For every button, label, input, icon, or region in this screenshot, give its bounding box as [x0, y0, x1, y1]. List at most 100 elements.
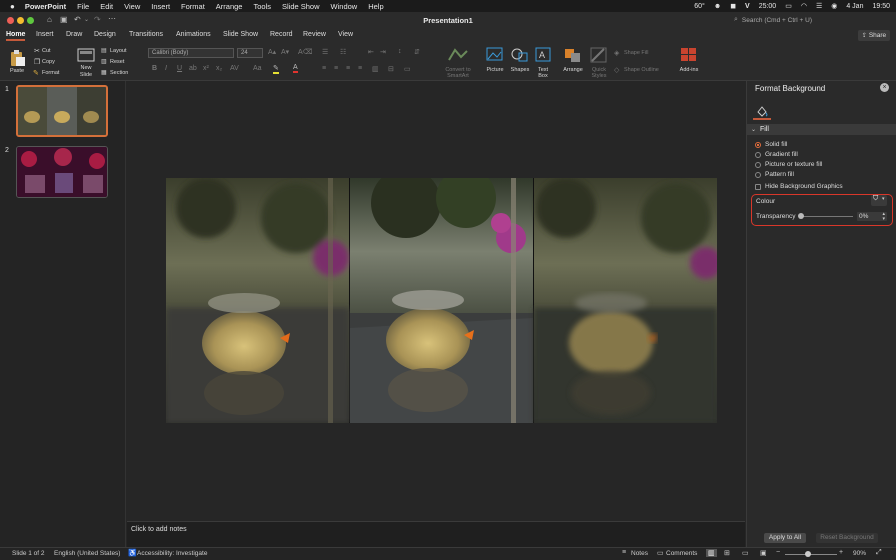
weather-temp[interactable]: 60° — [694, 3, 705, 10]
notes-pane[interactable]: Click to add notes — [127, 521, 745, 547]
tab-review[interactable]: Review — [303, 31, 326, 38]
text-direction-icon[interactable]: ⇵ — [414, 48, 420, 56]
strikethrough-icon[interactable]: ab — [189, 65, 197, 72]
picture-fill-radio[interactable] — [755, 162, 761, 168]
font-name-select[interactable]: Calibri (Body) — [148, 48, 234, 58]
tab-view[interactable]: View — [338, 31, 353, 38]
slide-count[interactable]: Slide 1 of 2 — [12, 550, 45, 557]
reset-icon[interactable]: ▥ — [101, 58, 107, 65]
zoom-level[interactable]: 90% — [853, 550, 866, 557]
clear-format-icon[interactable]: A⌫ — [298, 48, 313, 56]
tab-design[interactable]: Design — [94, 31, 116, 38]
solid-fill-radio[interactable] — [755, 142, 761, 148]
italic-icon[interactable]: I — [165, 65, 167, 72]
textbox-options-icon[interactable]: ▭ — [404, 65, 411, 73]
save-icon[interactable]: ▣ — [60, 15, 68, 24]
transparency-stepper-icon[interactable]: ▴ ▾ — [882, 212, 885, 222]
bullets-icon[interactable]: ☰ — [322, 48, 328, 56]
increase-indent-icon[interactable]: ⇥ — [380, 48, 386, 56]
tab-transitions[interactable]: Transitions — [129, 31, 163, 38]
share-button[interactable]: ⇪ Share — [858, 30, 890, 41]
reset-button[interactable]: Reset — [110, 59, 124, 65]
shapes-button[interactable]: Shapes — [509, 47, 531, 77]
menubar-time[interactable]: 19:50 — [872, 3, 890, 10]
search-box[interactable]: ⌕ Search (Cmd + Ctrl + U) — [734, 14, 890, 26]
home-icon[interactable]: ⌂ — [47, 15, 52, 24]
decrease-indent-icon[interactable]: ⇤ — [368, 48, 374, 56]
fill-category-tab[interactable] — [753, 103, 771, 120]
pattern-fill-label[interactable]: Pattern fill — [765, 171, 794, 178]
numbering-icon[interactable]: ☷ — [340, 48, 346, 56]
menu-format[interactable]: Format — [181, 2, 205, 11]
format-painter-icon[interactable]: ✎ — [33, 69, 39, 77]
zoom-slider-track[interactable] — [785, 554, 837, 555]
bold-icon[interactable]: B — [152, 65, 157, 72]
redo-icon[interactable]: ↷ — [94, 15, 101, 24]
notes-icon[interactable]: ≡ — [622, 549, 626, 556]
quick-styles-button[interactable]: Quick Styles — [588, 47, 610, 79]
layout-icon[interactable]: ▤ — [101, 47, 107, 54]
slide-editing-canvas[interactable] — [127, 81, 745, 521]
accessibility-icon[interactable]: ♿ — [128, 549, 137, 557]
zoom-window-button[interactable] — [27, 17, 34, 24]
display-icon[interactable]: ▭ — [785, 2, 792, 10]
accessibility-status[interactable]: Accessibility: Investigate — [137, 550, 207, 557]
fill-section-header[interactable]: ⌄ Fill — [747, 124, 896, 135]
shape-fill-icon[interactable]: ◈ — [614, 49, 619, 57]
gradient-fill-radio[interactable] — [755, 152, 761, 158]
cut-icon[interactable]: ✂ — [34, 47, 40, 55]
highlight-color-icon[interactable]: ✎ — [273, 64, 279, 74]
tab-animations[interactable]: Animations — [176, 31, 211, 38]
format-painter-button[interactable]: Format — [42, 70, 59, 76]
textbox-button[interactable]: A Text Box — [533, 47, 553, 79]
addins-button[interactable]: Add-ins — [676, 47, 702, 77]
fit-slide-icon[interactable]: ⤢ — [876, 549, 882, 557]
apple-icon[interactable]: ● — [10, 2, 15, 11]
character-spacing-icon[interactable]: AV — [230, 65, 239, 72]
notes-toggle[interactable]: Notes — [631, 550, 648, 557]
increase-font-icon[interactable]: A▴ — [268, 48, 276, 56]
solid-fill-label[interactable]: Solid fill — [765, 141, 787, 148]
minimize-window-button[interactable] — [17, 17, 24, 24]
apply-to-all-button[interactable]: Apply to All — [764, 533, 806, 543]
decrease-font-icon[interactable]: A▾ — [281, 48, 289, 56]
timer-readout[interactable]: 25:00 — [759, 3, 777, 10]
transparency-input[interactable]: 0% ▴ ▾ — [857, 212, 887, 221]
slide-thumbnail-2[interactable] — [16, 146, 108, 198]
zoom-out-icon[interactable]: − — [776, 549, 780, 556]
menu-window[interactable]: Window — [331, 2, 358, 11]
slideshow-view-icon[interactable]: ▣ — [760, 549, 767, 557]
copy-icon[interactable]: ❐ — [34, 58, 40, 66]
menubar-date[interactable]: 4 Jan — [846, 3, 863, 10]
copy-button[interactable]: Copy — [42, 59, 55, 65]
menu-tools[interactable]: Tools — [253, 2, 271, 11]
vpn-icon[interactable]: V — [745, 3, 750, 10]
undo-dropdown-icon[interactable]: ⌄ — [84, 16, 89, 23]
tab-insert[interactable]: Insert — [36, 31, 54, 38]
line-spacing-icon[interactable]: ↕ — [398, 48, 402, 55]
menu-file[interactable]: File — [77, 2, 89, 11]
arrange-button[interactable]: Arrange — [561, 47, 585, 77]
tab-record[interactable]: Record — [270, 31, 293, 38]
reading-view-icon[interactable]: ▭ — [742, 549, 749, 557]
notes-placeholder[interactable]: Click to add notes — [131, 526, 187, 533]
language-status[interactable]: English (United States) — [54, 550, 120, 557]
comments-icon[interactable]: ▭ — [657, 549, 664, 557]
shape-outline-icon[interactable]: ◇ — [614, 66, 619, 74]
menu-view[interactable]: View — [124, 2, 140, 11]
subscript-icon[interactable]: x₂ — [216, 65, 222, 72]
zoom-slider-thumb[interactable] — [805, 551, 811, 557]
gradient-fill-label[interactable]: Gradient fill — [765, 151, 798, 158]
slide-photo-collage[interactable] — [166, 178, 717, 423]
transparency-slider-thumb[interactable] — [798, 213, 804, 219]
more-icon[interactable]: ⋯ — [108, 14, 116, 23]
tab-draw[interactable]: Draw — [66, 31, 82, 38]
shape-fill-button[interactable]: Shape Fill — [624, 50, 648, 56]
transparency-slider-track[interactable] — [801, 216, 853, 217]
menu-arrange[interactable]: Arrange — [216, 2, 243, 11]
pattern-fill-radio[interactable] — [755, 172, 761, 178]
font-color-icon[interactable]: A — [293, 64, 298, 73]
convert-smartart-button[interactable]: Convert to SmartArt — [440, 47, 476, 79]
current-slide[interactable] — [166, 178, 717, 423]
change-case-icon[interactable]: Aa — [253, 65, 262, 72]
